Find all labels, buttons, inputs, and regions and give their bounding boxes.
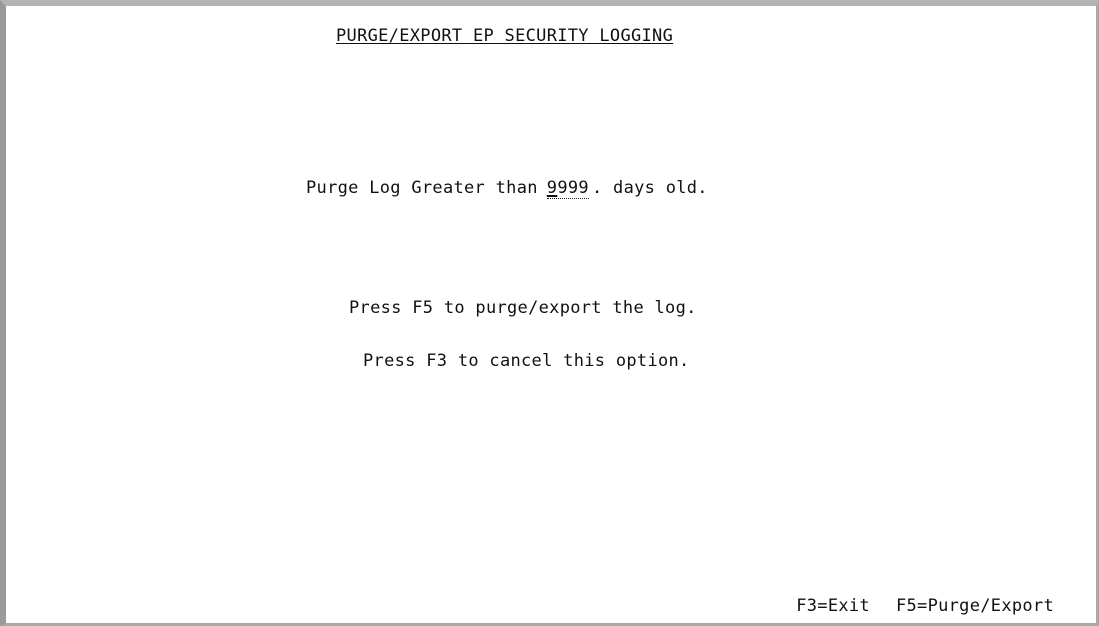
days-value: 9999 bbox=[547, 178, 589, 198]
purge-days-row: Purge Log Greater than 9999 . days old. bbox=[306, 178, 708, 200]
remaining-chars: 999 bbox=[557, 178, 589, 198]
instruction-cancel: Press F3 to cancel this option. bbox=[363, 351, 690, 371]
purge-days-unit: days old. bbox=[613, 178, 708, 198]
instruction-purge: Press F5 to purge/export the log. bbox=[349, 298, 697, 318]
purge-days-suffix bbox=[602, 178, 613, 198]
terminal-screen: PURGE/EXPORT EP SECURITY LOGGING Purge L… bbox=[0, 0, 1099, 626]
function-key-bar: F3=Exit F5=Purge/Export bbox=[796, 596, 1054, 616]
f5-purge-export-key[interactable]: F5=Purge/Export bbox=[896, 596, 1054, 616]
purge-days-label: Purge Log Greater than bbox=[306, 178, 538, 198]
cursor-char: 9 bbox=[546, 178, 558, 198]
field-separator: . bbox=[591, 178, 603, 198]
purge-days-input[interactable]: 9999 bbox=[546, 178, 589, 199]
screen-title: PURGE/EXPORT EP SECURITY LOGGING bbox=[336, 26, 674, 46]
f3-exit-key[interactable]: F3=Exit bbox=[796, 596, 870, 616]
